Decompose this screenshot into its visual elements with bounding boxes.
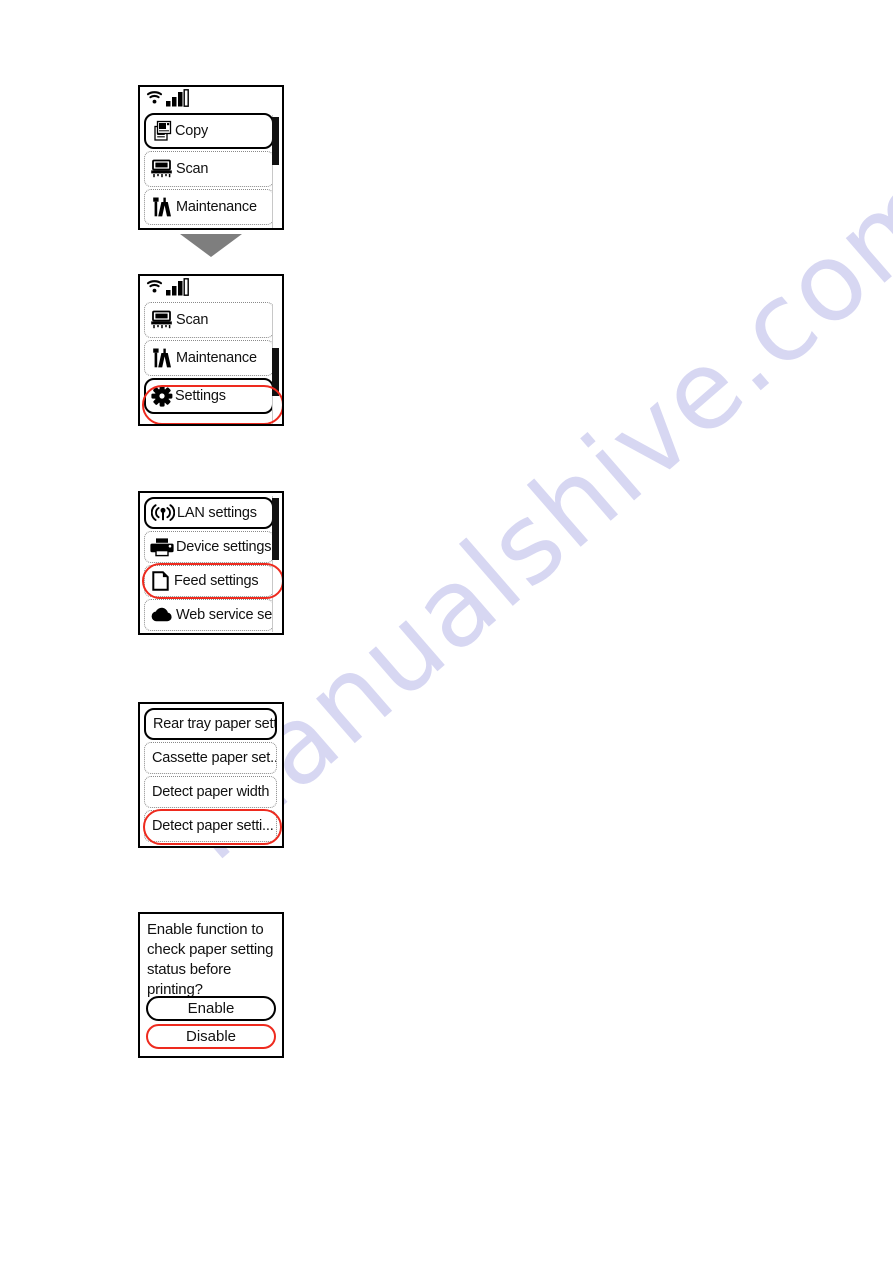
scrollbar-thumb[interactable] [272,498,279,560]
disable-button[interactable]: Disable [146,1024,276,1049]
menu-item-label: Detect paper width [152,784,270,800]
menu-item-rear-tray-paper-settings[interactable]: Rear tray paper sett [144,708,277,740]
disable-button-label: Disable [185,1028,237,1045]
scan-icon [150,309,174,331]
menu-item-label: Rear tray paper sett [153,716,275,732]
home-screen-settings: Scan Maintenance Settings [138,274,284,426]
dialog-message: Enable function to check paper setting s… [140,914,282,1000]
menu-item-label: Copy [175,123,209,139]
maintenance-icon [150,347,174,369]
printer-icon [150,537,174,557]
menu-item-label: Cassette paper set... [152,750,276,766]
menu-list: Scan Maintenance Settings [140,302,282,414]
enable-button-label: Enable [187,1000,235,1017]
menu-item-detect-paper-setting[interactable]: Detect paper setti... [144,810,277,842]
menu-item-settings[interactable]: Settings [144,378,274,414]
menu-item-feed-settings[interactable]: Feed settings [144,565,274,597]
dialog-message-line: status before [147,961,232,978]
scrollbar-thumb[interactable] [272,117,279,165]
detect-paper-setting-dialog: Enable function to check paper setting s… [138,912,284,1058]
copy-icon [151,120,173,142]
dialog-buttons: Enable Disable [140,996,282,1052]
watermark-layer: manualshive.com [0,0,893,1263]
menu-list: LAN settings Device settings Feed settin… [140,497,282,631]
menu-item-cassette-paper-settings[interactable]: Cassette paper set... [144,742,277,774]
menu-item-label: LAN settings [177,505,257,521]
signal-bars-icon [166,277,190,301]
menu-item-detect-paper-width[interactable]: Detect paper width [144,776,277,808]
lan-antenna-icon [151,503,175,523]
menu-item-copy[interactable]: Copy [144,113,274,149]
menu-item-label: Device settings [176,539,272,555]
dialog-message-line: check paper setting [147,941,274,958]
settings-menu-screen: LAN settings Device settings Feed settin… [138,491,284,635]
menu-item-scan[interactable]: Scan [144,302,274,338]
scan-icon [150,158,174,180]
home-screen-copy: Copy Scan Maintenance [138,85,284,230]
status-bar [140,276,282,302]
dialog-message-line: Enable function to [147,921,264,938]
menu-item-label: Detect paper setti... [152,818,274,834]
menu-item-label: Scan [176,161,209,177]
menu-item-label: Maintenance [176,199,257,215]
paper-icon [152,571,169,591]
menu-item-maintenance[interactable]: Maintenance [144,340,274,376]
scrollbar-thumb[interactable] [272,348,279,396]
signal-bars-icon [166,88,190,112]
wifi-icon [146,278,165,300]
menu-item-scan[interactable]: Scan [144,151,274,187]
menu-list: Copy Scan Maintenance [140,113,282,225]
menu-item-label: Web service set... [176,607,273,623]
menu-item-web-service-settings[interactable]: Web service set... [144,599,274,631]
menu-list: Rear tray paper sett Cassette paper set.… [140,708,282,842]
menu-item-label: Maintenance [176,350,257,366]
wifi-icon [146,89,165,111]
feed-settings-screen: Rear tray paper sett Cassette paper set.… [138,702,284,848]
menu-item-lan-settings[interactable]: LAN settings [144,497,274,529]
gear-icon [151,385,173,407]
menu-item-label: Settings [175,388,226,404]
menu-item-maintenance[interactable]: Maintenance [144,189,274,225]
arrow-down-triangle-icon [180,234,242,257]
menu-item-label: Feed settings [174,573,259,589]
cloud-icon [150,606,174,624]
menu-item-label: Scan [176,312,209,328]
menu-item-device-settings[interactable]: Device settings [144,531,274,563]
enable-button[interactable]: Enable [146,996,276,1021]
status-bar [140,87,282,113]
maintenance-icon [150,196,174,218]
